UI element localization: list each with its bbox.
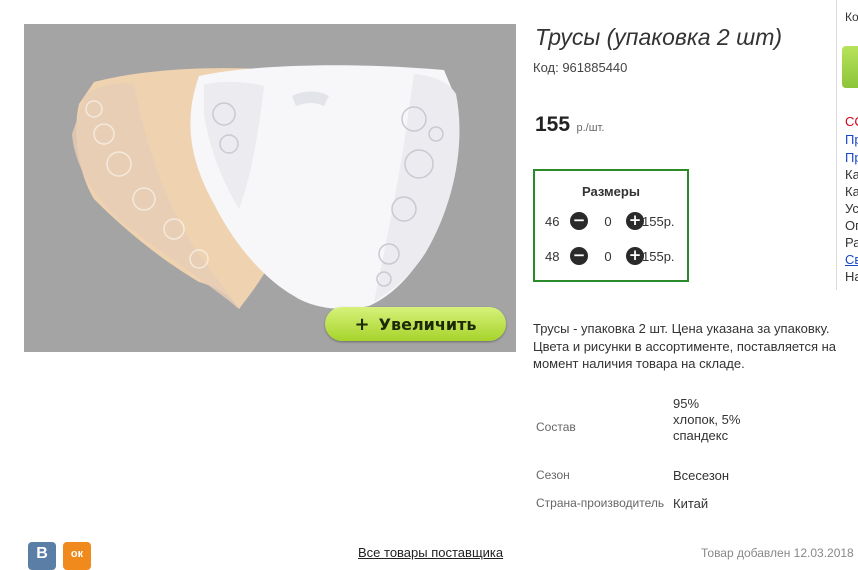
product-description: Трусы - упаковка 2 шт. Цена указана за у… [533,321,837,371]
spec-value: Всесезон [673,468,730,483]
green-action-button[interactable] [842,46,858,88]
right-column-link[interactable]: Пр [845,132,858,147]
spec-label: Состав [536,420,576,434]
product-photo[interactable]: + Увеличить [24,24,516,352]
right-column-link[interactable]: Св [845,252,858,267]
quantity-value: 0 [604,249,612,264]
price-value: 155 [535,113,571,136]
all-supplier-goods-link[interactable]: Все товары поставщика [358,545,503,560]
date-added: Товар добавлен 12.03.2018 [701,546,854,560]
right-column-item: Ра [845,235,858,250]
plus-icon: + [354,313,370,335]
product-image [72,65,460,309]
right-column-item: Оп [845,218,858,233]
right-column-item: СС [845,114,858,129]
spec-value: Китай [673,496,709,511]
product-title: Трусы (упаковка 2 шт) [535,24,783,50]
sizes-box: Размеры 46 − 0 + 155р. 48 − 0 + 155р. [533,169,689,282]
right-column-item: Ка [845,184,858,199]
price-unit: р./шт. [576,122,605,134]
right-column-item: Ка [845,167,858,182]
size-label: 46 [545,214,560,229]
size-price: 155р. [642,214,675,229]
zoom-button-label: Увеличить [378,314,477,334]
spec-value: 95% хлопок, 5% спандекс [673,396,741,443]
quantity-value: 0 [604,214,612,229]
right-column-item: На [845,269,858,284]
zoom-button[interactable]: + Увеличить [325,307,506,341]
product-code: Код: 961885440 [533,60,628,75]
product-price: 155 р./шт. [535,113,604,137]
size-label: 48 [545,249,560,264]
right-column-link[interactable]: Пр [845,150,858,165]
ok-share-icon[interactable]: ок [63,542,91,570]
size-price: 155р. [642,249,675,264]
right-column-item: Ус [845,201,858,216]
minus-icon[interactable]: − [570,247,588,265]
spec-label: Страна-производитель [536,496,665,510]
right-column-top: Ко [845,10,858,24]
sizes-title: Размеры [582,184,640,199]
column-divider [836,0,837,290]
vk-share-icon[interactable]: В [28,542,56,570]
spec-label: Сезон [536,468,570,482]
minus-icon[interactable]: − [570,212,588,230]
